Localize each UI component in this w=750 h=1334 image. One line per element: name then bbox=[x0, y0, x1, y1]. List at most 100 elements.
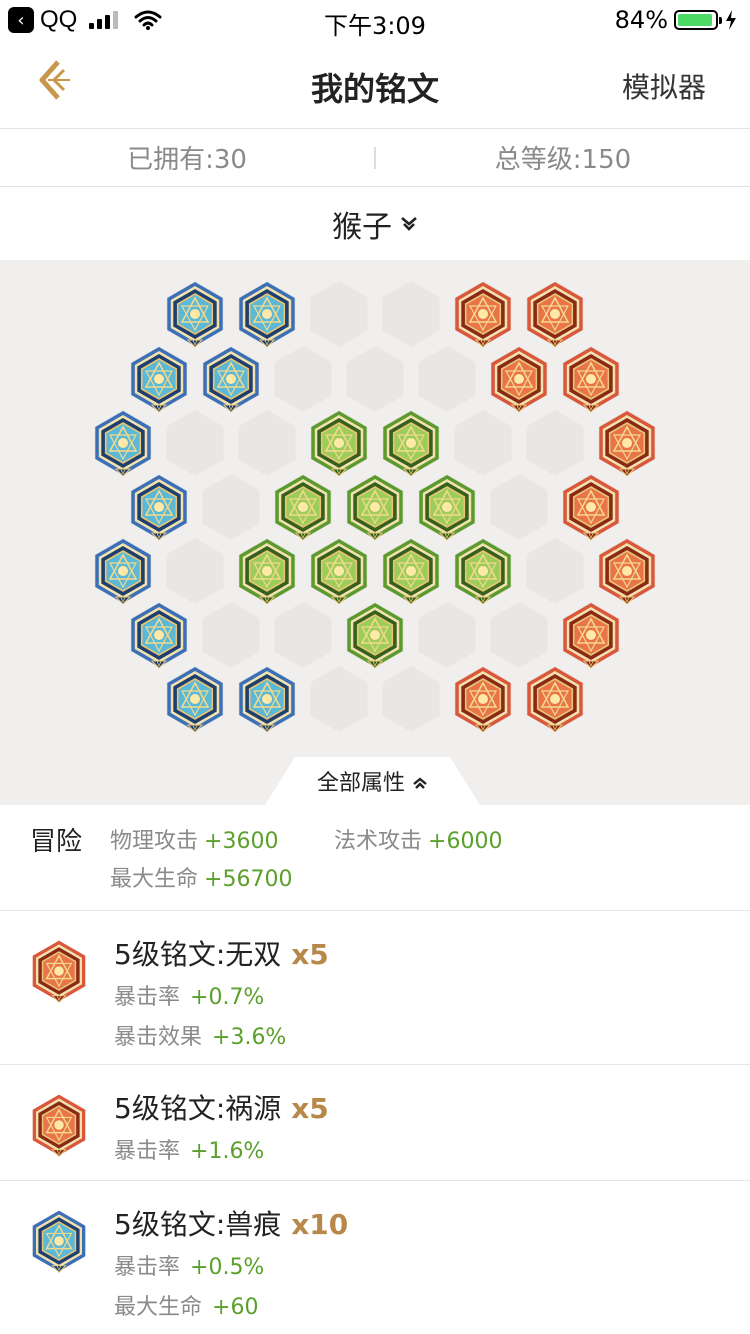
battery-icon bbox=[674, 10, 722, 30]
rune-list-item[interactable]: V 5级铭文:祸源 x5 暴击率 +1.6% bbox=[0, 1065, 750, 1181]
rune-level-glyph: V bbox=[589, 532, 594, 540]
blue-rune-icon[interactable]: V bbox=[32, 1210, 86, 1274]
empty-rune-slot[interactable] bbox=[238, 410, 296, 476]
rune-level-glyph: V bbox=[409, 596, 414, 604]
rune-level-glyph: V bbox=[265, 339, 270, 347]
rune-level-glyph: V bbox=[121, 468, 126, 476]
green-rune-icon[interactable]: V bbox=[275, 475, 331, 541]
red-rune-icon[interactable]: V bbox=[563, 475, 619, 541]
simulator-button[interactable]: 模拟器 bbox=[622, 66, 706, 106]
empty-rune-slot[interactable] bbox=[382, 281, 440, 347]
empty-rune-slot[interactable] bbox=[526, 538, 584, 604]
rune-count: x5 bbox=[291, 1092, 329, 1125]
empty-rune-slot[interactable] bbox=[202, 602, 260, 668]
stat-value: +56700 bbox=[204, 867, 293, 892]
rune-level-glyph: V bbox=[553, 339, 558, 347]
rune-level-glyph: V bbox=[57, 1264, 62, 1272]
blue-rune-icon[interactable]: V bbox=[239, 667, 295, 733]
rune-count: x10 bbox=[291, 1208, 349, 1241]
empty-rune-slot[interactable] bbox=[490, 474, 548, 540]
stat-name: 最大生命 bbox=[114, 1295, 203, 1320]
blue-rune-icon[interactable]: V bbox=[95, 411, 151, 477]
green-rune-icon[interactable]: V bbox=[383, 539, 439, 605]
rune-level-glyph: V bbox=[445, 532, 450, 540]
green-rune-icon[interactable]: V bbox=[419, 475, 475, 541]
empty-rune-slot[interactable] bbox=[418, 602, 476, 668]
blue-rune-icon[interactable]: V bbox=[203, 347, 259, 413]
empty-rune-slot[interactable] bbox=[310, 666, 368, 732]
blue-rune-icon[interactable]: V bbox=[131, 347, 187, 413]
stat-name: 最大生命 bbox=[110, 867, 199, 892]
stat-name: 暴击率 bbox=[114, 1255, 181, 1280]
red-rune-icon[interactable]: V bbox=[32, 1094, 86, 1158]
rune-grid: V V V V V V V V V V V V V V V V V V V V V V V V V V V V V V bbox=[94, 281, 656, 733]
blue-rune-icon[interactable]: V bbox=[95, 539, 151, 605]
rune-level-glyph: V bbox=[589, 660, 594, 668]
green-rune-icon[interactable]: V bbox=[347, 475, 403, 541]
rune-level-glyph: V bbox=[57, 1148, 62, 1156]
red-rune-icon[interactable]: V bbox=[527, 282, 583, 348]
rune-level-glyph: V bbox=[373, 532, 378, 540]
empty-rune-slot[interactable] bbox=[310, 281, 368, 347]
rune-level-glyph: V bbox=[481, 596, 486, 604]
blue-rune-icon[interactable]: V bbox=[131, 603, 187, 669]
green-rune-icon[interactable]: V bbox=[311, 411, 367, 477]
rune-list-item[interactable]: V 5级铭文:无双 x5 暴击率 +0.7% 暴击效果 +3.6% bbox=[0, 911, 750, 1065]
rune-level-glyph: V bbox=[121, 596, 126, 604]
empty-rune-slot[interactable] bbox=[166, 410, 224, 476]
stat-name: 暴击率 bbox=[114, 1139, 181, 1164]
rune-level-glyph: V bbox=[373, 660, 378, 668]
chevron-up-icon bbox=[413, 777, 427, 789]
status-bar: ‹ QQ 下午3:09 84% bbox=[0, 0, 750, 40]
hero-selector[interactable]: 猴子 bbox=[0, 187, 750, 260]
empty-rune-slot[interactable] bbox=[418, 346, 476, 412]
battery-percent: 84% bbox=[614, 6, 668, 34]
red-rune-icon[interactable]: V bbox=[563, 603, 619, 669]
red-rune-icon[interactable]: V bbox=[32, 940, 86, 1004]
stat-max-hp: 最大生命 +56700 bbox=[110, 861, 292, 893]
rune-level-glyph: V bbox=[625, 468, 630, 476]
rune-level-glyph: V bbox=[589, 404, 594, 412]
stat-magic-attack: 法术攻击 +6000 bbox=[334, 823, 502, 855]
green-rune-icon[interactable]: V bbox=[311, 539, 367, 605]
rune-level-glyph: V bbox=[229, 404, 234, 412]
blue-rune-icon[interactable]: V bbox=[167, 667, 223, 733]
empty-rune-slot[interactable] bbox=[274, 346, 332, 412]
green-rune-icon[interactable]: V bbox=[383, 411, 439, 477]
stat-physical-attack: 物理攻击 +3600 bbox=[110, 823, 278, 855]
red-rune-icon[interactable]: V bbox=[563, 347, 619, 413]
red-rune-icon[interactable]: V bbox=[599, 411, 655, 477]
empty-rune-slot[interactable] bbox=[346, 346, 404, 412]
green-rune-icon[interactable]: V bbox=[239, 539, 295, 605]
stat-value: +1.6% bbox=[190, 1139, 265, 1164]
rune-level-glyph: V bbox=[193, 339, 198, 347]
blue-rune-icon[interactable]: V bbox=[239, 282, 295, 348]
rune-level-glyph: V bbox=[265, 596, 270, 604]
empty-rune-slot[interactable] bbox=[526, 410, 584, 476]
red-rune-icon[interactable]: V bbox=[527, 667, 583, 733]
red-rune-icon[interactable]: V bbox=[491, 347, 547, 413]
empty-rune-slot[interactable] bbox=[490, 602, 548, 668]
rune-level-glyph: V bbox=[517, 404, 522, 412]
rune-name: 5级铭文:无双 bbox=[114, 938, 282, 971]
empty-rune-slot[interactable] bbox=[382, 666, 440, 732]
stat-value: +3.6% bbox=[212, 1025, 287, 1050]
blue-rune-icon[interactable]: V bbox=[167, 282, 223, 348]
red-rune-icon: V bbox=[32, 940, 86, 1004]
red-rune-icon[interactable]: V bbox=[455, 282, 511, 348]
stat-name: 暴击率 bbox=[114, 985, 181, 1010]
green-rune-icon[interactable]: V bbox=[455, 539, 511, 605]
owned-count: 已拥有:30 bbox=[127, 145, 247, 175]
empty-rune-slot[interactable] bbox=[166, 538, 224, 604]
empty-rune-slot[interactable] bbox=[274, 602, 332, 668]
rune-level-glyph: V bbox=[553, 724, 558, 732]
rune-level-glyph: V bbox=[157, 404, 162, 412]
rune-list-item[interactable]: V 5级铭文:兽痕 x10 暴击率 +0.5% 最大生命 +60 bbox=[0, 1181, 750, 1334]
red-rune-icon[interactable]: V bbox=[455, 667, 511, 733]
red-rune-icon[interactable]: V bbox=[599, 539, 655, 605]
all-attributes-toggle[interactable]: 全部属性 bbox=[265, 757, 480, 805]
empty-rune-slot[interactable] bbox=[202, 474, 260, 540]
green-rune-icon[interactable]: V bbox=[347, 603, 403, 669]
blue-rune-icon[interactable]: V bbox=[131, 475, 187, 541]
empty-rune-slot[interactable] bbox=[454, 410, 512, 476]
